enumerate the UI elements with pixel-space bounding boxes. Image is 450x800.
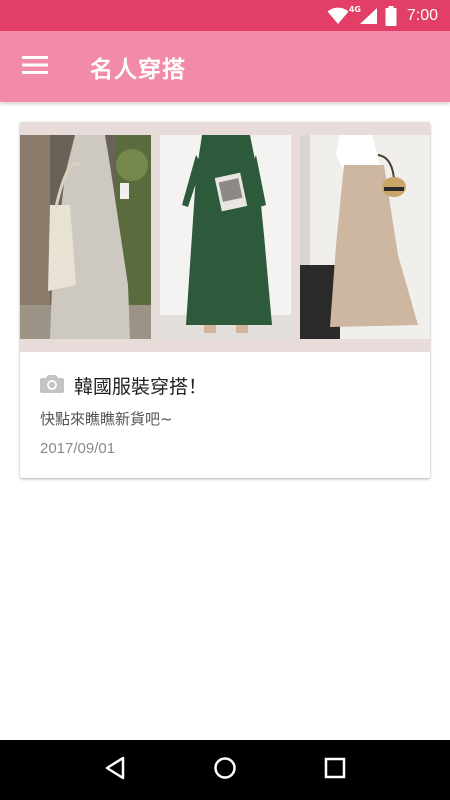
menu-button[interactable] (0, 31, 70, 102)
outfit-photo (20, 135, 151, 339)
page-title: 名人穿搭 (90, 56, 186, 83)
cell-signal-icon: 4G (349, 5, 379, 25)
card-subtitle: 快點來瞧瞧新貨吧~ (40, 410, 173, 428)
recents-icon (324, 757, 346, 783)
camera-icon (40, 373, 64, 397)
card-title: 韓國服裝穿搭！ (74, 375, 208, 398)
card-date: 2017/09/01 (40, 440, 116, 457)
app-bar: 名人穿搭 (0, 31, 450, 102)
wifi-icon (327, 7, 349, 25)
back-icon (104, 756, 126, 784)
hamburger-menu-icon (22, 55, 48, 79)
status-bar: 4G 7:00 (0, 0, 450, 31)
card-title-row: 韓國服裝穿搭！ (40, 370, 207, 400)
card-image (20, 122, 430, 352)
home-button[interactable] (200, 745, 250, 795)
back-button[interactable] (90, 745, 140, 795)
navigation-bar (0, 740, 450, 800)
home-icon (213, 756, 237, 784)
outfit-photo (300, 135, 430, 339)
recents-button[interactable] (310, 745, 360, 795)
battery-icon (385, 5, 397, 26)
outfit-photo (160, 135, 291, 339)
status-clock: 7:00 (406, 6, 438, 24)
network-type-label: 4G (348, 4, 361, 14)
post-card[interactable]: 韓國服裝穿搭！ 快點來瞧瞧新貨吧~ 2017/09/01 (20, 122, 430, 478)
